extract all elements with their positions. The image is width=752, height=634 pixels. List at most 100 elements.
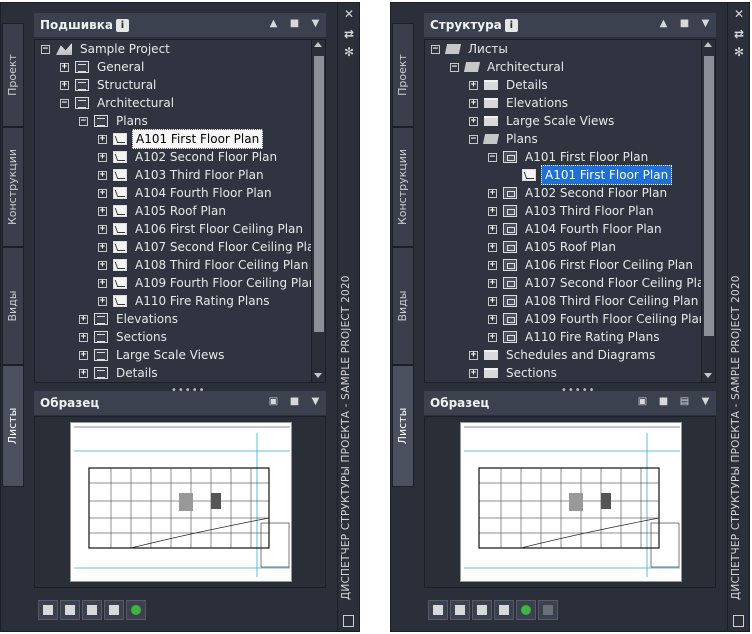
expand-icon[interactable]: + xyxy=(488,296,497,306)
expand-icon[interactable]: + xyxy=(98,152,107,162)
expand-icon[interactable]: + xyxy=(488,188,497,198)
tab-project[interactable]: Проект xyxy=(392,23,414,127)
tree-item[interactable]: − A101 First Floor Plan xyxy=(425,148,715,166)
collapse-icon[interactable]: − xyxy=(431,44,440,54)
close-icon[interactable]: ✕ xyxy=(342,7,356,21)
tab-constructs[interactable]: Конструкции xyxy=(392,127,414,247)
collapse-icon[interactable]: − xyxy=(60,98,69,108)
new-sheet-button-icon[interactable] xyxy=(60,600,80,620)
expand-icon[interactable]: + xyxy=(469,350,478,360)
dropdown-arrow-icon[interactable]: ▼ xyxy=(699,18,712,30)
tree-item[interactable]: + A108 Third Floor Ceiling Plan xyxy=(35,256,325,274)
tree-item[interactable]: + Structural xyxy=(35,76,325,94)
info-icon[interactable]: i xyxy=(504,18,518,32)
tree-item[interactable]: + A103 Third Floor Plan xyxy=(35,166,325,184)
tree-item[interactable]: + Details xyxy=(35,364,325,382)
folder-icon[interactable]: ■ xyxy=(288,18,301,30)
expand-icon[interactable]: + xyxy=(488,224,497,234)
expand-icon[interactable]: + xyxy=(98,242,107,252)
strip-menu-icon[interactable] xyxy=(733,615,744,627)
tree-item[interactable]: − Architectural xyxy=(35,94,325,112)
strip-menu-icon[interactable] xyxy=(343,615,354,627)
info-icon[interactable]: i xyxy=(115,18,129,32)
tree-item[interactable]: + Details xyxy=(425,76,715,94)
expand-icon[interactable]: + xyxy=(98,170,107,180)
tree-item[interactable]: + A102 Second Floor Plan xyxy=(425,184,715,202)
expand-icon[interactable]: + xyxy=(488,278,497,288)
tree-item[interactable]: + A104 Fourth Floor Plan xyxy=(35,184,325,202)
tree-item[interactable]: + A106 First Floor Ceiling Plan xyxy=(425,256,715,274)
tree-item[interactable]: + A105 Roof Plan xyxy=(35,202,325,220)
expand-icon[interactable]: + xyxy=(79,332,88,342)
preview-image-icon[interactable]: ■ xyxy=(657,396,670,408)
tree-item[interactable]: + Schedules and Diagrams xyxy=(425,346,715,364)
tree-item[interactable]: + A107 Second Floor Ceiling Plan xyxy=(425,274,715,292)
expand-icon[interactable]: + xyxy=(469,368,478,378)
tree-scrollbar[interactable] xyxy=(311,40,325,382)
tree-item[interactable]: + A110 Fire Rating Plans xyxy=(35,292,325,310)
tree-item[interactable]: A101 First Floor Plan xyxy=(425,165,715,185)
expand-icon[interactable]: + xyxy=(60,62,69,72)
delete-icon[interactable] xyxy=(538,600,558,620)
tree-item[interactable]: − Plans xyxy=(35,112,325,130)
tree-item[interactable]: + A104 Fourth Floor Plan xyxy=(425,220,715,238)
new-sheet-icon[interactable]: ▲ xyxy=(657,18,670,30)
tree-item[interactable]: − Architectural xyxy=(425,58,715,76)
preview-details-icon[interactable]: ▣ xyxy=(267,396,280,408)
expand-icon[interactable]: + xyxy=(98,296,107,306)
preview-dropdown-icon[interactable]: ▼ xyxy=(699,396,712,408)
tab-constructs[interactable]: Конструкции xyxy=(2,127,24,247)
tree-item[interactable]: − Plans xyxy=(425,130,715,148)
tree-item[interactable]: + A109 Fourth Floor Ceiling Plan xyxy=(425,310,715,328)
tab-views[interactable]: Виды xyxy=(392,247,414,365)
properties-icon[interactable]: ✻ xyxy=(342,45,356,59)
expand-icon[interactable]: + xyxy=(488,332,497,342)
expand-icon[interactable]: + xyxy=(469,116,478,126)
expand-icon[interactable]: + xyxy=(98,278,107,288)
expand-icon[interactable]: + xyxy=(79,350,88,360)
tree-item[interactable]: + A105 Roof Plan xyxy=(425,238,715,256)
tree-item[interactable]: + A103 Third Floor Plan xyxy=(425,202,715,220)
collapse-icon[interactable]: − xyxy=(450,62,459,72)
refresh-icon[interactable] xyxy=(516,600,536,620)
place-view-icon[interactable] xyxy=(472,600,492,620)
refresh-icon[interactable] xyxy=(126,600,146,620)
expand-icon[interactable]: + xyxy=(488,314,497,324)
preview-dropdown-icon[interactable]: ▼ xyxy=(309,396,322,408)
collapse-icon[interactable]: − xyxy=(469,134,478,144)
expand-icon[interactable]: + xyxy=(98,188,107,198)
publish-icon[interactable] xyxy=(38,600,58,620)
expand-icon[interactable]: + xyxy=(469,80,478,90)
expand-icon[interactable]: + xyxy=(98,260,107,270)
folder-icon[interactable]: ■ xyxy=(678,18,691,30)
tree-item[interactable]: + A102 Second Floor Plan xyxy=(35,148,325,166)
collapse-icon[interactable]: − xyxy=(41,44,50,54)
tree-item[interactable]: + Sections xyxy=(35,328,325,346)
preview-details-icon[interactable]: ▣ xyxy=(636,396,649,408)
collapse-icon[interactable]: − xyxy=(488,152,497,162)
preview-image-icon[interactable]: ■ xyxy=(288,396,301,408)
tab-project[interactable]: Проект xyxy=(2,23,24,127)
scroll-down-icon[interactable] xyxy=(704,373,712,378)
tree-item[interactable]: − Sample Project xyxy=(35,40,325,58)
tree-item[interactable]: + A101 First Floor Plan xyxy=(35,129,325,149)
tree-item[interactable]: + A106 First Floor Ceiling Plan xyxy=(35,220,325,238)
new-sheet-icon[interactable]: ▲ xyxy=(267,18,280,30)
scroll-thumb[interactable] xyxy=(704,56,714,336)
collapse-icon[interactable]: − xyxy=(79,116,88,126)
tree-item[interactable]: + A108 Third Floor Ceiling Plan xyxy=(425,292,715,310)
tab-sheets[interactable]: Листы xyxy=(392,365,414,487)
tree-item[interactable]: + Large Scale Views xyxy=(35,346,325,364)
expand-icon[interactable]: + xyxy=(79,314,88,324)
tree-item[interactable]: + Sections xyxy=(425,364,715,382)
expand-icon[interactable]: + xyxy=(98,224,107,234)
new-folder-icon[interactable] xyxy=(450,600,470,620)
tree-scrollbar[interactable] xyxy=(701,40,715,382)
tab-views[interactable]: Виды xyxy=(2,247,24,365)
tree-item[interactable]: + Elevations xyxy=(35,310,325,328)
properties-icon[interactable]: ✻ xyxy=(732,45,746,59)
auto-hide-icon[interactable]: ⇄ xyxy=(342,27,356,41)
expand-icon[interactable]: + xyxy=(79,368,88,378)
sheet-list-icon[interactable] xyxy=(104,600,124,620)
expand-icon[interactable]: + xyxy=(488,206,497,216)
